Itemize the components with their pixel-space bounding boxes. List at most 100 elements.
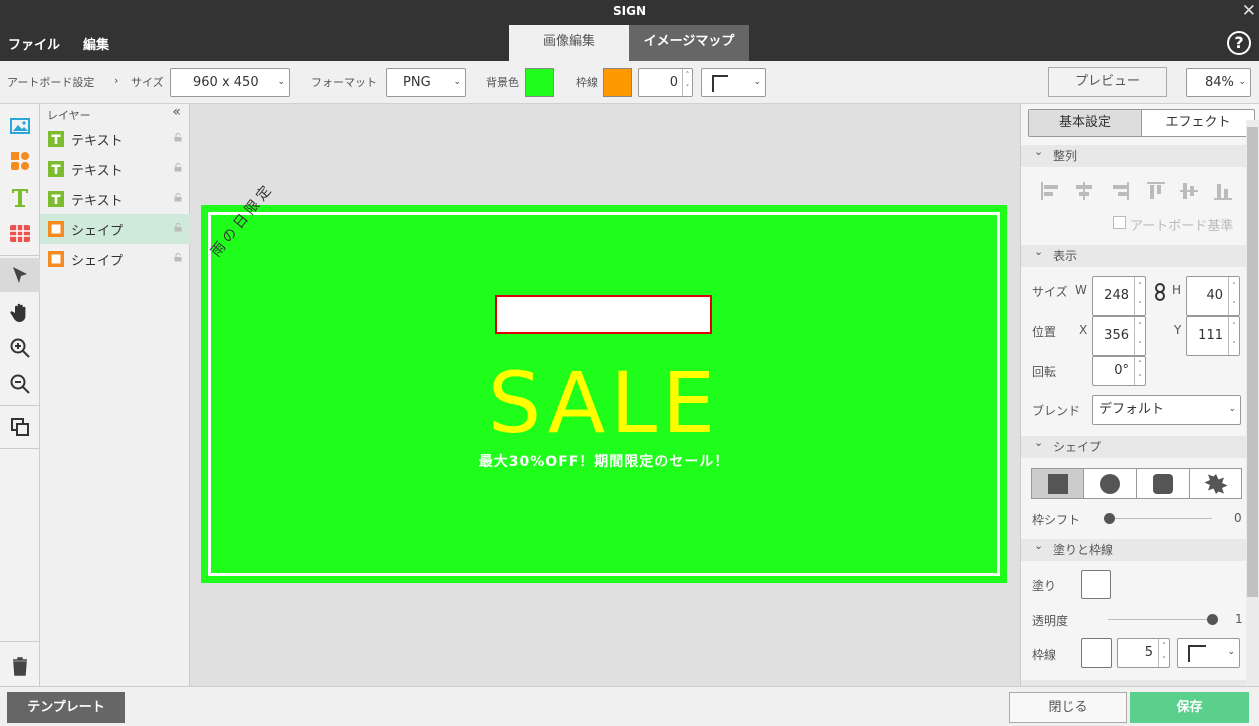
spinner-icon[interactable]: ˄ ˅ <box>1134 357 1145 385</box>
trash-icon <box>13 657 27 676</box>
close-icon[interactable]: ✕ <box>1242 2 1256 20</box>
frame-shift-value: 0 <box>1234 511 1242 525</box>
pan-tool[interactable] <box>0 295 40 329</box>
close-button[interactable]: 閉じる <box>1009 692 1127 723</box>
align-right-icon[interactable] <box>1113 182 1129 200</box>
border-color-swatch[interactable] <box>603 68 632 97</box>
circle-shape-button[interactable] <box>1084 469 1137 498</box>
subtitle-text[interactable]: 最大30%OFF！期間限定のセール！ <box>201 451 1007 471</box>
size-label: サイズ <box>1032 285 1068 299</box>
section-fill-stroke[interactable]: 塗りと枠線 <box>1021 535 1246 561</box>
align-middle-icon[interactable] <box>1180 183 1198 199</box>
help-icon[interactable]: ? <box>1227 31 1251 55</box>
title-bar: SIGN ✕ <box>0 0 1259 24</box>
image-tool[interactable] <box>0 109 40 143</box>
layer-item[interactable]: テキスト <box>40 184 190 214</box>
x-input[interactable]: 356 ˄ ˅ <box>1092 316 1146 356</box>
align-center-icon[interactable] <box>1076 182 1092 200</box>
size-select[interactable]: 960 x 450 ⌄ <box>170 68 290 97</box>
lock-icon[interactable] <box>174 163 182 172</box>
rotation-input[interactable]: 0° ˄ ˅ <box>1092 356 1146 386</box>
spinner-icon[interactable]: ˄ ˅ <box>682 69 692 96</box>
section-align[interactable]: 整列 <box>1021 141 1246 167</box>
lock-icon[interactable] <box>174 133 182 142</box>
lock-icon[interactable] <box>174 253 182 262</box>
stroke-width-value: 5 <box>1144 645 1153 660</box>
artboard-base-checkbox[interactable] <box>1113 216 1126 229</box>
collapse-icon[interactable]: « <box>172 104 181 120</box>
cursor-arrow-icon <box>13 267 27 283</box>
spinner-icon[interactable]: ˄ ˅ <box>1228 277 1239 315</box>
section-display[interactable]: 表示 <box>1021 241 1246 267</box>
spinner-icon[interactable]: ˄ ˅ <box>1134 277 1145 315</box>
zoom-in-tool[interactable] <box>0 331 40 365</box>
starburst-shape-button[interactable] <box>1190 469 1242 498</box>
text-tool[interactable] <box>0 180 40 214</box>
zoom-out-tool[interactable] <box>0 367 40 401</box>
width-input[interactable]: 248 ˄ ˅ <box>1092 276 1146 316</box>
circle-icon <box>1100 474 1120 494</box>
rotation-label: 回転 <box>1032 365 1057 379</box>
menu-edit[interactable]: 編集 <box>83 34 109 53</box>
blend-select[interactable]: デフォルト ⌄ <box>1092 395 1241 425</box>
canvas-area[interactable]: 雨の日限定 SALE 最大30%OFF！期間限定のセール！ <box>190 104 1020 686</box>
spinner-icon[interactable]: ˄ ˅ <box>1228 317 1239 355</box>
menu-file[interactable]: ファイル <box>8 34 60 53</box>
delete-tool[interactable] <box>0 649 40 683</box>
border-width-input[interactable]: 0 ˄ ˅ <box>638 68 693 97</box>
selected-rectangle-shape[interactable] <box>495 295 712 334</box>
opacity-label: 透明度 <box>1032 614 1069 628</box>
spinner-icon[interactable]: ˄ ˅ <box>1158 639 1169 667</box>
rounded-square-shape-button[interactable] <box>1137 469 1190 498</box>
table-icon <box>10 225 30 242</box>
fill-color-swatch[interactable] <box>1081 570 1111 599</box>
artboard-settings-label: アートボード設定 <box>7 76 95 89</box>
layer-item[interactable]: テキスト <box>40 154 190 184</box>
tab-image-map[interactable]: イメージマップ <box>629 25 749 61</box>
template-button[interactable]: テンプレート <box>7 692 125 723</box>
stroke-color-swatch[interactable] <box>1081 638 1112 668</box>
lock-icon[interactable] <box>174 223 182 232</box>
layer-item-selected[interactable]: シェイプ <box>40 214 190 244</box>
y-label: Y <box>1174 323 1182 337</box>
align-bottom-icon[interactable] <box>1214 184 1232 200</box>
spinner-icon[interactable]: ˄ ˅ <box>1134 317 1145 355</box>
chevron-down-icon: ⌄ <box>277 77 285 87</box>
tab-image-edit[interactable]: 画像編集 <box>509 25 629 61</box>
y-input[interactable]: 111 ˄ ˅ <box>1186 316 1240 356</box>
size-value: 960 x 450 <box>193 75 259 90</box>
sale-text[interactable]: SALE <box>201 355 1007 451</box>
stroke-width-input[interactable]: 5 ˄ ˅ <box>1117 638 1170 668</box>
tab-basic-settings[interactable]: 基本設定 <box>1029 110 1142 136</box>
format-select[interactable]: PNG ⌄ <box>386 68 466 97</box>
frame-shift-slider-track[interactable] <box>1108 518 1212 519</box>
layer-item[interactable]: シェイプ <box>40 244 190 274</box>
align-left-icon[interactable] <box>1041 182 1058 200</box>
text-layer-icon <box>48 131 64 147</box>
frame-shift-slider-thumb[interactable] <box>1104 513 1115 524</box>
arrange-tool[interactable] <box>0 410 40 444</box>
square-shape-button[interactable] <box>1032 469 1084 498</box>
table-tool[interactable] <box>0 216 40 250</box>
link-chain-icon[interactable] <box>1154 283 1166 301</box>
preview-button[interactable]: プレビュー <box>1048 67 1167 97</box>
shapes-tool[interactable] <box>0 144 40 178</box>
stroke-style-select[interactable]: ⌄ <box>1177 638 1240 668</box>
opacity-slider-thumb[interactable] <box>1207 614 1218 625</box>
select-tool[interactable] <box>0 258 40 292</box>
panel-scrollbar[interactable] <box>1246 120 1259 686</box>
height-input[interactable]: 40 ˄ ˅ <box>1186 276 1240 316</box>
layer-item[interactable]: テキスト <box>40 124 190 154</box>
scrollbar-thumb[interactable] <box>1247 127 1258 597</box>
tab-effects[interactable]: エフェクト <box>1142 110 1254 136</box>
lock-icon[interactable] <box>174 193 182 202</box>
background-color-swatch[interactable] <box>525 68 554 97</box>
chevron-down-icon: ⌄ <box>1228 404 1236 414</box>
border-style-select[interactable]: ⌄ <box>701 68 766 97</box>
artboard[interactable]: 雨の日限定 SALE 最大30%OFF！期間限定のセール！ <box>201 180 1007 583</box>
section-shape[interactable]: シェイプ <box>1021 432 1246 458</box>
align-top-icon[interactable] <box>1147 182 1165 199</box>
zoom-select[interactable]: 84% ⌄ <box>1186 68 1251 97</box>
opacity-slider-track[interactable] <box>1108 619 1212 620</box>
save-button[interactable]: 保存 <box>1130 692 1249 723</box>
